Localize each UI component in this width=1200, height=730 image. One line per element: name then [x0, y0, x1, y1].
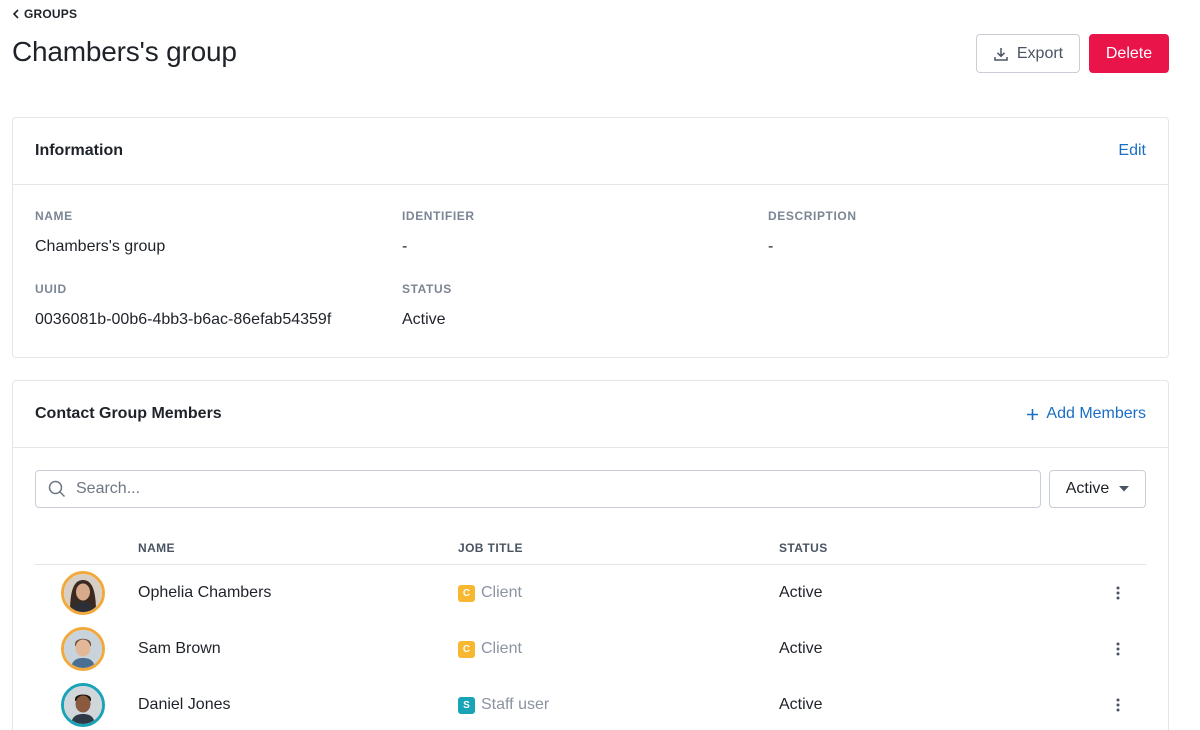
field-status-label: STATUS: [402, 282, 452, 296]
member-job-title: C Client: [458, 640, 522, 658]
kebab-menu-icon: [1116, 698, 1120, 712]
plus-icon: [1027, 408, 1039, 420]
member-status: Active: [779, 584, 823, 601]
field-status: STATUS Active: [402, 282, 452, 329]
caret-down-icon: [1119, 486, 1130, 492]
row-menu-button[interactable]: [1113, 639, 1123, 659]
table-row[interactable]: Ophelia Chambers C Client Active: [35, 565, 1146, 621]
field-description-value: -: [768, 238, 774, 255]
members-header: Contact Group Members Add Members: [13, 381, 1168, 448]
field-name-label: NAME: [35, 209, 73, 223]
page-title: Chambers's group: [12, 36, 237, 67]
information-header: Information Edit: [13, 118, 1168, 185]
person-photo-icon: [64, 630, 102, 668]
search-input[interactable]: [76, 480, 976, 498]
members-card: Contact Group Members Add Members Active…: [12, 380, 1169, 730]
field-identifier: IDENTIFIER -: [402, 209, 475, 256]
member-status: Active: [779, 640, 823, 657]
field-uuid-label: UUID: [35, 282, 67, 296]
field-status-value: Active: [402, 311, 446, 328]
breadcrumb-label: GROUPS: [24, 7, 78, 21]
information-title: Information: [35, 142, 123, 159]
person-photo-icon: [64, 574, 102, 612]
field-identifier-label: IDENTIFIER: [402, 209, 475, 223]
column-header-status[interactable]: STATUS: [779, 541, 828, 555]
column-header-job-title[interactable]: JOB TITLE: [458, 541, 523, 555]
row-menu-button[interactable]: [1113, 583, 1123, 603]
member-job-title-text: Client: [481, 640, 522, 657]
chevron-left-icon: [12, 9, 19, 19]
field-name-value: Chambers's group: [35, 238, 166, 255]
field-identifier-value: -: [402, 238, 408, 255]
kebab-menu-icon: [1116, 642, 1120, 656]
avatar: [61, 571, 105, 615]
table-row[interactable]: Sam Brown C Client Active: [35, 621, 1146, 677]
export-button[interactable]: Export: [976, 34, 1080, 73]
field-description: DESCRIPTION -: [768, 209, 857, 256]
delete-button[interactable]: Delete: [1089, 34, 1169, 73]
field-name: NAME Chambers's group: [35, 209, 165, 256]
edit-link[interactable]: Edit: [1118, 142, 1146, 160]
member-name[interactable]: Daniel Jones: [138, 696, 231, 714]
members-title: Contact Group Members: [35, 405, 222, 422]
search-box: [35, 470, 1041, 508]
add-members-link[interactable]: Add Members: [1026, 405, 1146, 423]
member-job-title: C Client: [458, 584, 522, 602]
add-members-label: Add Members: [1046, 405, 1146, 422]
member-job-title: S Staff user: [458, 696, 549, 714]
field-description-label: DESCRIPTION: [768, 209, 857, 223]
information-card: Information Edit NAME Chambers's group I…: [12, 117, 1169, 358]
search-icon: [48, 480, 66, 498]
member-name[interactable]: Sam Brown: [138, 640, 221, 658]
back-to-groups-link[interactable]: GROUPS: [12, 7, 77, 21]
status-filter-dropdown[interactable]: Active: [1049, 470, 1146, 508]
table-row[interactable]: Daniel Jones S Staff user Active: [35, 677, 1146, 730]
field-uuid: UUID 0036081b-00b6-4bb3-b6ac-86efab54359…: [35, 282, 331, 329]
staff-badge: S: [458, 696, 475, 714]
column-header-name[interactable]: NAME: [138, 541, 175, 555]
avatar: [61, 627, 105, 671]
kebab-menu-icon: [1116, 586, 1120, 600]
field-uuid-value: 0036081b-00b6-4bb3-b6ac-86efab54359f: [35, 311, 332, 328]
members-table-header: NAME JOB TITLE STATUS: [35, 531, 1146, 565]
member-job-title-text: Staff user: [481, 696, 550, 713]
member-job-title-text: Client: [481, 584, 522, 601]
status-filter-value: Active: [1065, 480, 1110, 497]
member-name[interactable]: Ophelia Chambers: [138, 584, 271, 602]
export-button-label: Export: [1016, 44, 1064, 62]
avatar: [61, 683, 105, 727]
person-photo-icon: [64, 686, 102, 724]
member-status: Active: [779, 696, 823, 713]
client-badge: C: [458, 640, 475, 658]
client-badge: C: [458, 584, 475, 602]
download-icon: [994, 47, 1008, 61]
row-menu-button[interactable]: [1113, 695, 1123, 715]
